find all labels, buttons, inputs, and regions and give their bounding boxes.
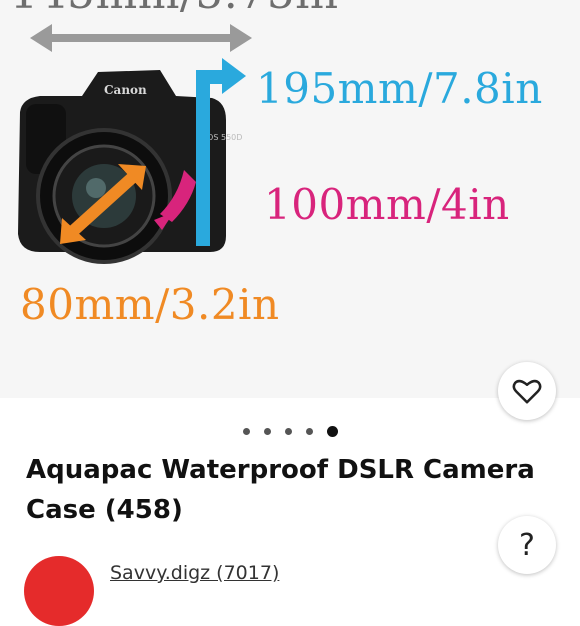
listing-title: Aquapac Waterproof DSLR Camera Case (458… <box>26 455 535 525</box>
svg-text:Canon: Canon <box>104 83 147 97</box>
seller-avatar[interactable] <box>24 556 94 626</box>
carousel-dot[interactable] <box>284 427 292 435</box>
favorite-button[interactable] <box>498 362 556 420</box>
carousel-dot-active[interactable] <box>326 425 338 437</box>
help-button[interactable]: ? <box>498 516 556 574</box>
image-carousel-indicator <box>0 422 580 440</box>
lens-dimension-label: 80mm/3.2in <box>20 280 280 329</box>
height-dimension-label: 195mm/7.8in <box>256 64 543 113</box>
seller-name-link[interactable]: Savvy.digz (7017) <box>110 562 279 584</box>
depth-dimension-label: 100mm/4in <box>264 180 510 229</box>
carousel-dot[interactable] <box>305 427 313 435</box>
carousel-dot[interactable] <box>242 427 250 435</box>
width-arrow <box>30 24 252 52</box>
carousel-dot[interactable] <box>263 427 271 435</box>
product-image[interactable]: 145mm/5.75in Canon EOS 550D <box>0 0 580 398</box>
help-icon: ? <box>519 527 535 563</box>
heart-icon <box>512 379 542 404</box>
